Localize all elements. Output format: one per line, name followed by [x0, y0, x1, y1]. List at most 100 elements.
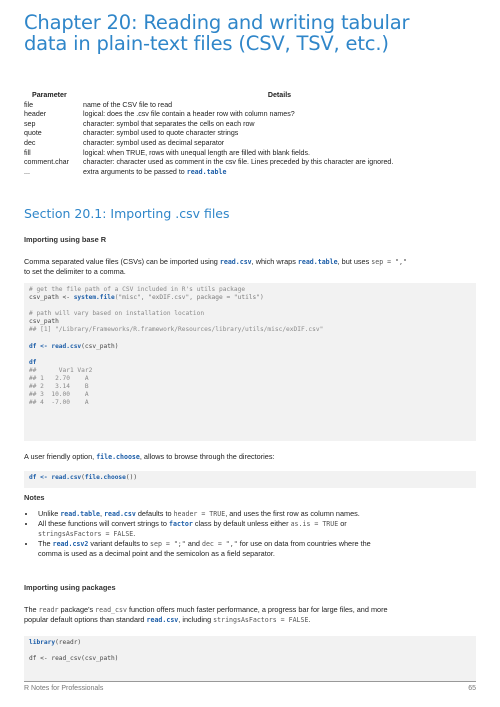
- code-block-file-choose: df <- read.csv(file.choose()): [24, 471, 476, 488]
- text: A user friendly option,: [24, 452, 97, 461]
- inline-code: read_csv: [95, 606, 127, 614]
- inline-code: header = TRUE: [173, 510, 226, 518]
- code-text: ()): [125, 474, 138, 481]
- text: All these functions will convert strings…: [38, 519, 169, 528]
- code-function: file.choose: [84, 474, 126, 481]
- text: or: [338, 519, 347, 528]
- text: Unlike: [38, 509, 61, 518]
- param-details: character: symbol used to quote characte…: [83, 129, 239, 138]
- inline-code: as.is = TRUE: [290, 520, 339, 528]
- code-function: system.file: [73, 294, 115, 302]
- code-block-read-csv: # get the file path of a CSV included in…: [24, 283, 476, 441]
- param-details: logical: does the .csv file contain a he…: [83, 110, 295, 119]
- code-text: df <-: [29, 342, 52, 350]
- param-name: dec: [24, 138, 36, 147]
- text: , but uses: [337, 257, 372, 266]
- code-output: ## [1] "/Library/Frameworks/R.framework/…: [29, 326, 324, 334]
- page-number: 65: [468, 685, 476, 692]
- chapter-title: Chapter 20: Reading and writing tabular …: [24, 12, 409, 54]
- code-text: csv_path: [29, 318, 59, 326]
- code-output: ## 1 2.70 A: [29, 375, 89, 383]
- param-details: character: character used as comment in …: [83, 158, 394, 167]
- paragraph-file-choose: A user friendly option, file.choose, all…: [24, 452, 476, 462]
- text: popular default options than standard: [24, 615, 147, 624]
- text: , including: [178, 615, 214, 624]
- parameter-column-header: Parameter: [32, 91, 67, 99]
- text: , allows to browse through the directori…: [139, 452, 275, 461]
- text: The: [38, 539, 53, 548]
- text: and: [185, 539, 202, 548]
- parameter-table-header: Parameter Details: [24, 91, 476, 101]
- param-details: logical: when TRUE, rows with unequal le…: [83, 148, 310, 157]
- text: package's: [58, 605, 96, 614]
- param-details: character: symbol that separates the cel…: [83, 119, 255, 128]
- inline-code: read.table: [297, 258, 338, 266]
- paragraph-csv-intro: Comma separated value files (CSVs) can b…: [24, 257, 476, 277]
- param-details-text: extra arguments to be passed to: [83, 167, 187, 176]
- text: Comma separated value files (CSVs) can b…: [24, 257, 220, 266]
- inline-code: file.choose: [96, 453, 140, 461]
- subheading-packages: Importing using packages: [24, 583, 116, 592]
- table-row: quote character: symbol used to quote cha…: [24, 129, 476, 139]
- inline-code: stringsAsFactors = FALSE: [213, 616, 309, 624]
- table-row: comment.char character: character used as…: [24, 158, 476, 168]
- inline-code: sep = ",": [371, 258, 407, 266]
- details-column-header: Details: [267, 91, 292, 99]
- param-name: ...: [24, 167, 30, 176]
- inline-code: read.csv: [146, 616, 179, 624]
- param-name: file: [24, 100, 34, 109]
- text: function offers much faster performance,…: [126, 605, 388, 614]
- param-details: name of the CSV file to read: [83, 100, 173, 109]
- inline-code: read.csv: [219, 258, 252, 266]
- code-text: df <- read_csv(csv_path): [29, 655, 119, 663]
- inline-code: read.csv2: [52, 540, 89, 548]
- text: comma is used as a decimal point and the…: [38, 549, 275, 558]
- code-output: ## Var1 Var2: [29, 366, 93, 374]
- param-name: fill: [24, 148, 31, 157]
- inline-code: sep = ";": [150, 540, 186, 548]
- inline-code: read.csv: [104, 510, 136, 518]
- text: for use on data from countries where the: [237, 539, 371, 548]
- code-text: (csv_path): [81, 342, 119, 350]
- table-row: file name of the CSV file to read: [24, 101, 476, 111]
- inline-code: factor: [169, 520, 193, 528]
- table-row: ... extra arguments to be passed to read.…: [24, 168, 476, 178]
- inline-code: readr: [38, 606, 59, 614]
- table-row: dec character: symbol used as decimal sep…: [24, 139, 476, 149]
- text: , and uses the first row as column names…: [225, 509, 360, 518]
- param-details: character: symbol used as decimal separa…: [83, 138, 225, 147]
- code-output: ## 2 3.14 B: [29, 383, 89, 391]
- text: defaults to: [135, 509, 174, 518]
- notes-heading: Notes: [24, 493, 45, 502]
- code-function: read.csv: [51, 342, 82, 350]
- param-name: sep: [24, 119, 36, 128]
- code-output: ## 4 -7.00 A: [29, 399, 89, 407]
- code-function: read.csv: [51, 474, 82, 481]
- list-item: The read.csv2 variant defaults to sep = …: [36, 539, 476, 559]
- notes-list: Unlike read.table, read.csv defaults to …: [24, 509, 476, 559]
- param-name: header: [24, 110, 47, 119]
- inline-code: dec = ",": [201, 540, 238, 548]
- chapter-title-line-1: Chapter 20: Reading and writing tabular: [24, 11, 410, 34]
- text: .: [308, 615, 311, 624]
- text: , which wraps: [251, 257, 298, 266]
- code-text: csv_path <-: [29, 294, 74, 302]
- code-block-readr: library(readr) df <- read_csv(csv_path): [24, 636, 476, 682]
- code-text: df: [29, 358, 37, 366]
- code-function: library: [29, 639, 56, 646]
- code-text: df <-: [29, 474, 52, 481]
- section-title: Section 20.1: Importing .csv files: [24, 206, 230, 221]
- code-text: ("misc", "exDIF.csv", package = "utils"): [114, 294, 264, 302]
- text: .: [133, 529, 136, 538]
- list-item: Unlike read.table, read.csv defaults to …: [36, 509, 476, 519]
- list-item: All these functions will convert strings…: [36, 519, 476, 539]
- text: to set the delimiter to a comma.: [24, 267, 126, 276]
- code-comment: # path will vary based on installation l…: [29, 310, 205, 318]
- inline-code: read.table: [60, 510, 101, 518]
- param-name: quote: [24, 129, 42, 138]
- code-comment: # get the file path of a CSV included in…: [29, 286, 246, 293]
- inline-code: stringsAsFactors = FALSE: [38, 530, 134, 538]
- table-row: fill logical: when TRUE, rows with unequa…: [24, 149, 476, 159]
- table-row: header logical: does the .csv file contai…: [24, 110, 476, 120]
- parameter-table: Parameter Details file name of the CSV fi…: [24, 91, 476, 177]
